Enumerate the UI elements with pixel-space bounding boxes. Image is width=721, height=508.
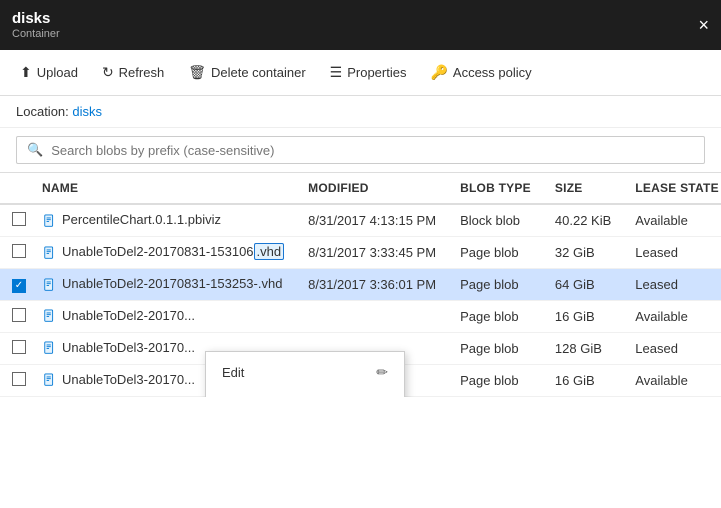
name-column-header: NAME <box>30 173 296 204</box>
row-checkbox-cell: ✓ <box>0 269 30 301</box>
name-highlight: .vhd <box>254 243 285 260</box>
table-row[interactable]: UnableToDel2-20170... Page blob16 GiBAvai… <box>0 300 721 332</box>
blobtype-column-header: BLOB TYPE <box>448 173 543 204</box>
delete-container-icon: 🗑 <box>188 64 206 81</box>
properties-button[interactable]: ☰ Properties <box>320 58 417 87</box>
checkbox[interactable]: ✓ <box>12 279 26 293</box>
access-policy-label: Access policy <box>453 65 532 80</box>
row-leasestate: Available <box>623 364 721 396</box>
properties-icon: ☰ <box>330 64 343 81</box>
size-column-header: SIZE <box>543 173 623 204</box>
row-checkbox-cell <box>0 237 30 269</box>
file-icon <box>42 245 58 261</box>
row-blobtype: Page blob <box>448 269 543 301</box>
row-blobtype: Page blob <box>448 237 543 269</box>
file-icon <box>42 308 58 324</box>
search-bar: 🔍 <box>0 128 721 173</box>
row-size: 64 GiB <box>543 269 623 301</box>
table-header-row: NAME MODIFIED BLOB TYPE SIZE LEASE STATE <box>0 173 721 204</box>
context-menu-label-edit: Edit <box>222 365 244 380</box>
access-policy-button[interactable]: 🔑 Access policy <box>420 58 541 87</box>
row-modified: 8/31/2017 4:13:15 PM <box>296 204 448 237</box>
row-blobtype: Page blob <box>448 332 543 364</box>
toolbar: ⬆ Upload ↻ Refresh 🗑 Delete container ☰ … <box>0 50 721 96</box>
checkbox[interactable] <box>12 340 26 354</box>
context-menu-item-edit[interactable]: Edit ✏ <box>206 356 404 389</box>
checkbox[interactable] <box>12 244 26 258</box>
row-name: UnableToDel2-20170... <box>30 300 296 332</box>
row-leasestate: Leased <box>623 269 721 301</box>
window-title: disks <box>12 10 60 27</box>
file-icon <box>42 277 58 293</box>
file-icon <box>42 213 58 229</box>
checkbox[interactable] <box>12 372 26 386</box>
modified-column-header: MODIFIED <box>296 173 448 204</box>
checkbox[interactable] <box>12 308 26 322</box>
window-subtitle: Container <box>12 28 60 40</box>
row-modified: 8/31/2017 3:36:01 PM <box>296 269 448 301</box>
row-blobtype: Page blob <box>448 300 543 332</box>
row-size: 40.22 KiB <box>543 204 623 237</box>
row-leasestate: Leased <box>623 332 721 364</box>
close-button[interactable]: × <box>698 15 709 36</box>
search-icon: 🔍 <box>27 142 43 158</box>
row-checkbox-cell <box>0 364 30 396</box>
access-policy-icon: 🔑 <box>430 64 447 81</box>
location-prefix: Location: <box>16 104 69 119</box>
row-checkbox-cell <box>0 332 30 364</box>
refresh-label: Refresh <box>119 65 165 80</box>
location-bar: Location: disks <box>0 96 721 128</box>
row-name: UnableToDel2-20170831-153106.vhd <box>30 237 296 269</box>
upload-button[interactable]: ⬆ Upload <box>10 58 88 87</box>
row-leasestate: Available <box>623 204 721 237</box>
row-modified <box>296 300 448 332</box>
row-size: 16 GiB <box>543 300 623 332</box>
location-link[interactable]: disks <box>72 104 102 119</box>
table-row[interactable]: ✓ UnableToDel2-20170831-153253-.vhd8/31/… <box>0 269 721 301</box>
context-menu-icon-edit: ✏ <box>376 364 388 381</box>
properties-label: Properties <box>347 65 406 80</box>
title-bar-info: disks Container <box>12 10 60 40</box>
search-wrapper: 🔍 <box>16 136 705 164</box>
delete-container-button[interactable]: 🗑 Delete container <box>178 58 315 87</box>
file-icon <box>42 372 58 388</box>
row-modified: 8/31/2017 3:33:45 PM <box>296 237 448 269</box>
checkbox[interactable] <box>12 212 26 226</box>
title-bar: disks Container × <box>0 0 721 50</box>
table-container: NAME MODIFIED BLOB TYPE SIZE LEASE STATE… <box>0 173 721 397</box>
upload-label: Upload <box>37 65 78 80</box>
context-menu: Edit ✏ Download ⬇ Properties ☰ Edit meta… <box>205 351 405 397</box>
upload-icon: ⬆ <box>20 64 32 81</box>
context-menu-item-download[interactable]: Download ⬇ <box>206 389 404 397</box>
row-leasestate: Leased <box>623 237 721 269</box>
row-name: PercentileChart.0.1.1.pbiviz <box>30 204 296 237</box>
row-name: UnableToDel2-20170831-153253-.vhd <box>30 269 296 301</box>
row-blobtype: Page blob <box>448 364 543 396</box>
leasestate-column-header: LEASE STATE <box>623 173 721 204</box>
refresh-button[interactable]: ↻ Refresh <box>92 58 174 87</box>
file-icon <box>42 340 58 356</box>
row-checkbox-cell <box>0 300 30 332</box>
row-checkbox-cell <box>0 204 30 237</box>
row-size: 16 GiB <box>543 364 623 396</box>
checkbox-header <box>0 173 30 204</box>
search-input[interactable] <box>51 143 694 158</box>
table-row[interactable]: UnableToDel2-20170831-153106.vhd8/31/201… <box>0 237 721 269</box>
row-blobtype: Block blob <box>448 204 543 237</box>
delete-container-label: Delete container <box>211 65 306 80</box>
refresh-icon: ↻ <box>102 64 114 81</box>
row-leasestate: Available <box>623 300 721 332</box>
table-row[interactable]: PercentileChart.0.1.1.pbiviz8/31/2017 4:… <box>0 204 721 237</box>
row-size: 128 GiB <box>543 332 623 364</box>
row-size: 32 GiB <box>543 237 623 269</box>
